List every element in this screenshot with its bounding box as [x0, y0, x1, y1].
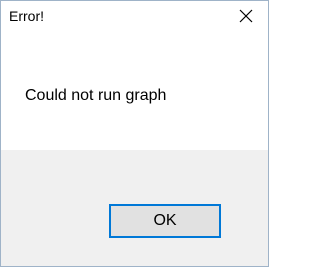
- dialog-title: Error!: [9, 8, 44, 24]
- title-bar: Error!: [1, 1, 268, 31]
- error-message: Could not run graph: [25, 87, 167, 104]
- error-dialog: Error! Could not run graph OK: [0, 0, 269, 267]
- close-icon: [239, 9, 253, 23]
- dialog-footer: OK: [1, 150, 268, 266]
- close-button[interactable]: [224, 1, 268, 31]
- ok-button[interactable]: OK: [109, 204, 221, 238]
